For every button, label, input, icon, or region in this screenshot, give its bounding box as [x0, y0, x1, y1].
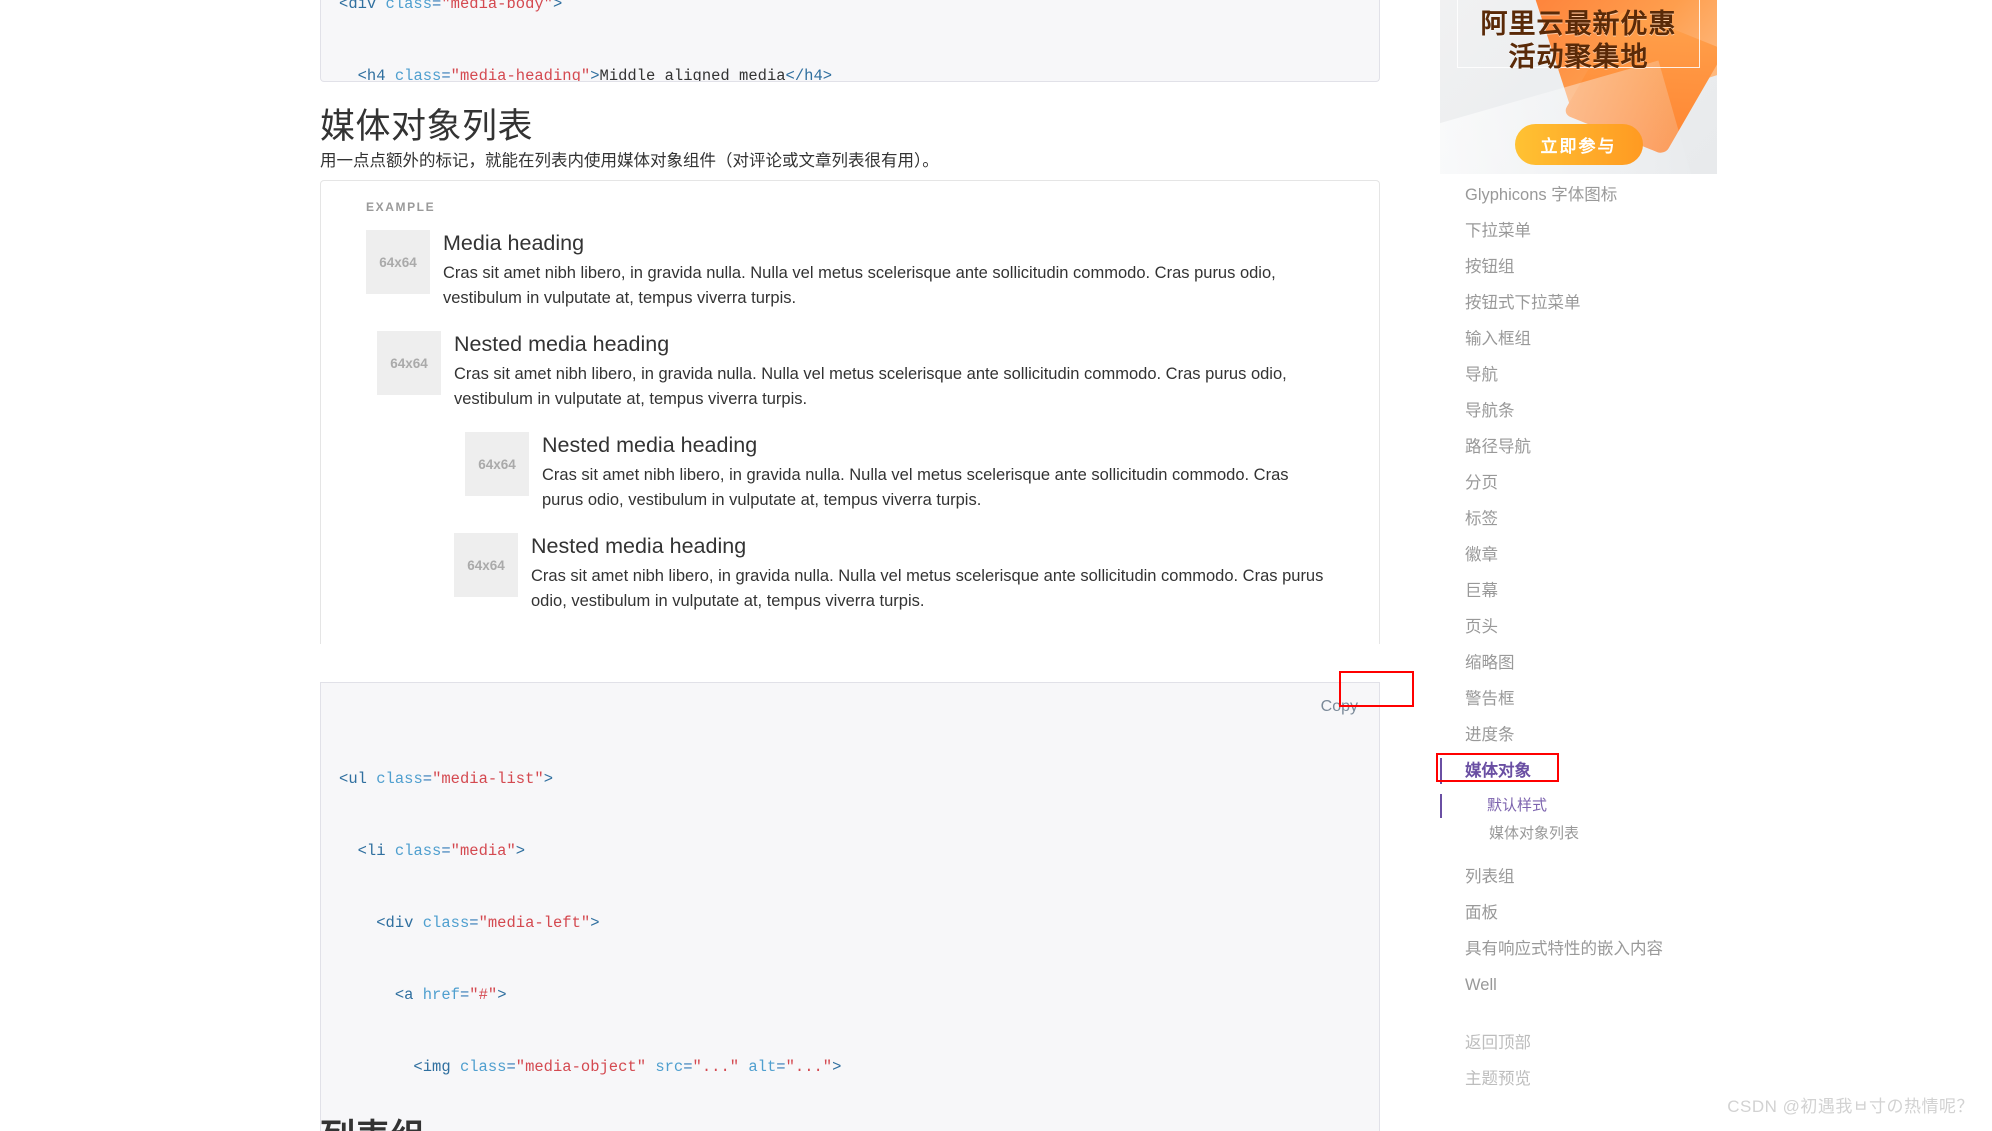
sidebar-item-progress-bar[interactable]: 进度条	[1440, 722, 1740, 748]
code-line: <ul class="media-list">	[339, 770, 553, 788]
media-heading: Nested media heading	[542, 433, 758, 457]
sidebar-item-navbar[interactable]: 导航条	[1440, 398, 1740, 424]
media-thumbnail[interactable]: 64x64	[465, 432, 529, 496]
sidebar-item-label[interactable]: 标签	[1440, 506, 1740, 532]
code-line: <img class="media-object" src="..." alt=…	[413, 1058, 842, 1076]
sidebar-item-breadcrumb[interactable]: 路径导航	[1440, 434, 1740, 460]
media-left: 64x64	[465, 432, 542, 496]
example-panel: EXAMPLE 64x64 Media heading Cras sit ame…	[320, 180, 1380, 644]
media-thumbnail[interactable]: 64x64	[366, 230, 430, 294]
ad-title-line-1: 阿里云最新优惠	[1480, 9, 1677, 39]
sidebar-item-input-group[interactable]: 输入框组	[1440, 326, 1740, 352]
media-text: Cras sit amet nibh libero, in gravida nu…	[443, 264, 1276, 307]
media-left: 64x64	[377, 331, 454, 395]
media-thumbnail[interactable]: 64x64	[454, 533, 518, 597]
sidebar-item-panel[interactable]: 面板	[1440, 900, 1740, 926]
sidebar-item-well[interactable]: Well	[1440, 972, 1740, 998]
sidebar-item-alert[interactable]: 警告框	[1440, 686, 1740, 712]
media-body: Nested media heading Cras sit amet nibh …	[454, 331, 1334, 614]
code-line: <a href="#">	[394, 986, 507, 1004]
sidebar-active-group: 媒体对象 默认样式 媒体对象列表	[1436, 753, 1740, 846]
sidebar-subitem-default-style[interactable]: 默认样式	[1440, 794, 1740, 818]
media-heading: Nested media heading	[454, 332, 670, 356]
media-heading: Media heading	[443, 231, 585, 255]
media-heading: Nested media heading	[531, 534, 747, 558]
section-description: 用一点点额外的标记，就能在列表内使用媒体对象组件（对评论或文章列表很有用）。	[320, 152, 939, 170]
media-text: Cras sit amet nibh libero, in gravida nu…	[542, 466, 1289, 509]
ad-title: 阿里云最新优惠 活动聚集地	[1440, 8, 1717, 74]
media-text: Cras sit amet nibh libero, in gravida nu…	[531, 567, 1324, 610]
media-left: 64x64	[454, 533, 531, 597]
ad-title-line-2: 活动聚集地	[1508, 42, 1649, 72]
code-line: <li class="media">	[357, 842, 526, 860]
sidebar-item-nav[interactable]: 导航	[1440, 362, 1740, 388]
media-item: 64x64 Nested media heading Cras sit amet…	[377, 331, 1334, 614]
media-text: Cras sit amet nibh libero, in gravida nu…	[454, 365, 1287, 408]
doc-navigation: Glyphicons 字体图标 下拉菜单 按钮组 按钮式下拉菜单 输入框组 导航…	[1436, 182, 1740, 1102]
ad-cta-button[interactable]: 立即参与	[1514, 124, 1643, 165]
code-line: <div class="media-body">	[339, 0, 563, 13]
advertisement-banner[interactable]: 阿里云最新优惠 活动聚集地 立即参与	[1440, 0, 1717, 174]
media-item: 64x64 Nested media heading Cras sit amet…	[454, 533, 1334, 614]
sidebar-item-back-to-top[interactable]: 返回顶部	[1440, 1030, 1740, 1056]
sidebar-item-badge[interactable]: 徽章	[1440, 542, 1740, 568]
media-item: 64x64 Nested media heading Cras sit amet…	[465, 432, 1334, 513]
sidebar-item-page-header[interactable]: 页头	[1440, 614, 1740, 640]
media-body: Nested media heading Cras sit amet nibh …	[542, 432, 1334, 513]
media-left: 64x64	[366, 230, 443, 294]
sidebar-item-list-group[interactable]: 列表组	[1440, 864, 1740, 890]
sidebar-subitem-media-list[interactable]: 媒体对象列表	[1440, 822, 1740, 846]
code-block-top[interactable]: <div class="media-body"> <h4 class="medi…	[320, 0, 1380, 82]
sidebar-item-dropdown[interactable]: 下拉菜单	[1440, 218, 1740, 244]
code-block-bottom[interactable]: Copy <ul class="media-list"> <li class="…	[320, 682, 1380, 1131]
sidebar-item-media-object[interactable]: 媒体对象	[1440, 758, 1740, 784]
example-label: EXAMPLE	[366, 200, 436, 214]
sidebar-item-pagination[interactable]: 分页	[1440, 470, 1740, 496]
media-body: Media heading Cras sit amet nibh libero,…	[443, 230, 1334, 311]
sidebar-item-thumbnail[interactable]: 缩略图	[1440, 650, 1740, 676]
code-line: </a>	[339, 1127, 1361, 1131]
next-section-title: 列表组	[320, 1118, 425, 1131]
media-thumbnail[interactable]: 64x64	[377, 331, 441, 395]
code-line: <div class="media-left">	[376, 914, 600, 932]
section-title: 媒体对象列表	[320, 107, 534, 146]
code-line: <h4 class="media-heading">Middle aligned…	[357, 67, 833, 82]
sidebar-item-button-dropdown[interactable]: 按钮式下拉菜单	[1440, 290, 1740, 316]
sidebar-item-jumbotron[interactable]: 巨幕	[1440, 578, 1740, 604]
copy-button[interactable]: Copy	[1308, 691, 1370, 723]
media-body: Nested media heading Cras sit amet nibh …	[531, 533, 1334, 614]
sidebar-item-theme-preview[interactable]: 主题预览	[1440, 1066, 1740, 1092]
watermark: CSDN @初遇我ㅂ寸の热情呢？	[1727, 1097, 1974, 1116]
sidebar-item-responsive-embed[interactable]: 具有响应式特性的嵌入内容	[1440, 936, 1740, 962]
sidebar-item-button-group[interactable]: 按钮组	[1440, 254, 1740, 280]
page-root: <div class="media-body"> <h4 class="medi…	[0, 0, 1992, 1131]
sidebar-item-glyphicons[interactable]: Glyphicons 字体图标	[1440, 182, 1740, 208]
media-item: 64x64 Media heading Cras sit amet nibh l…	[366, 230, 1334, 311]
